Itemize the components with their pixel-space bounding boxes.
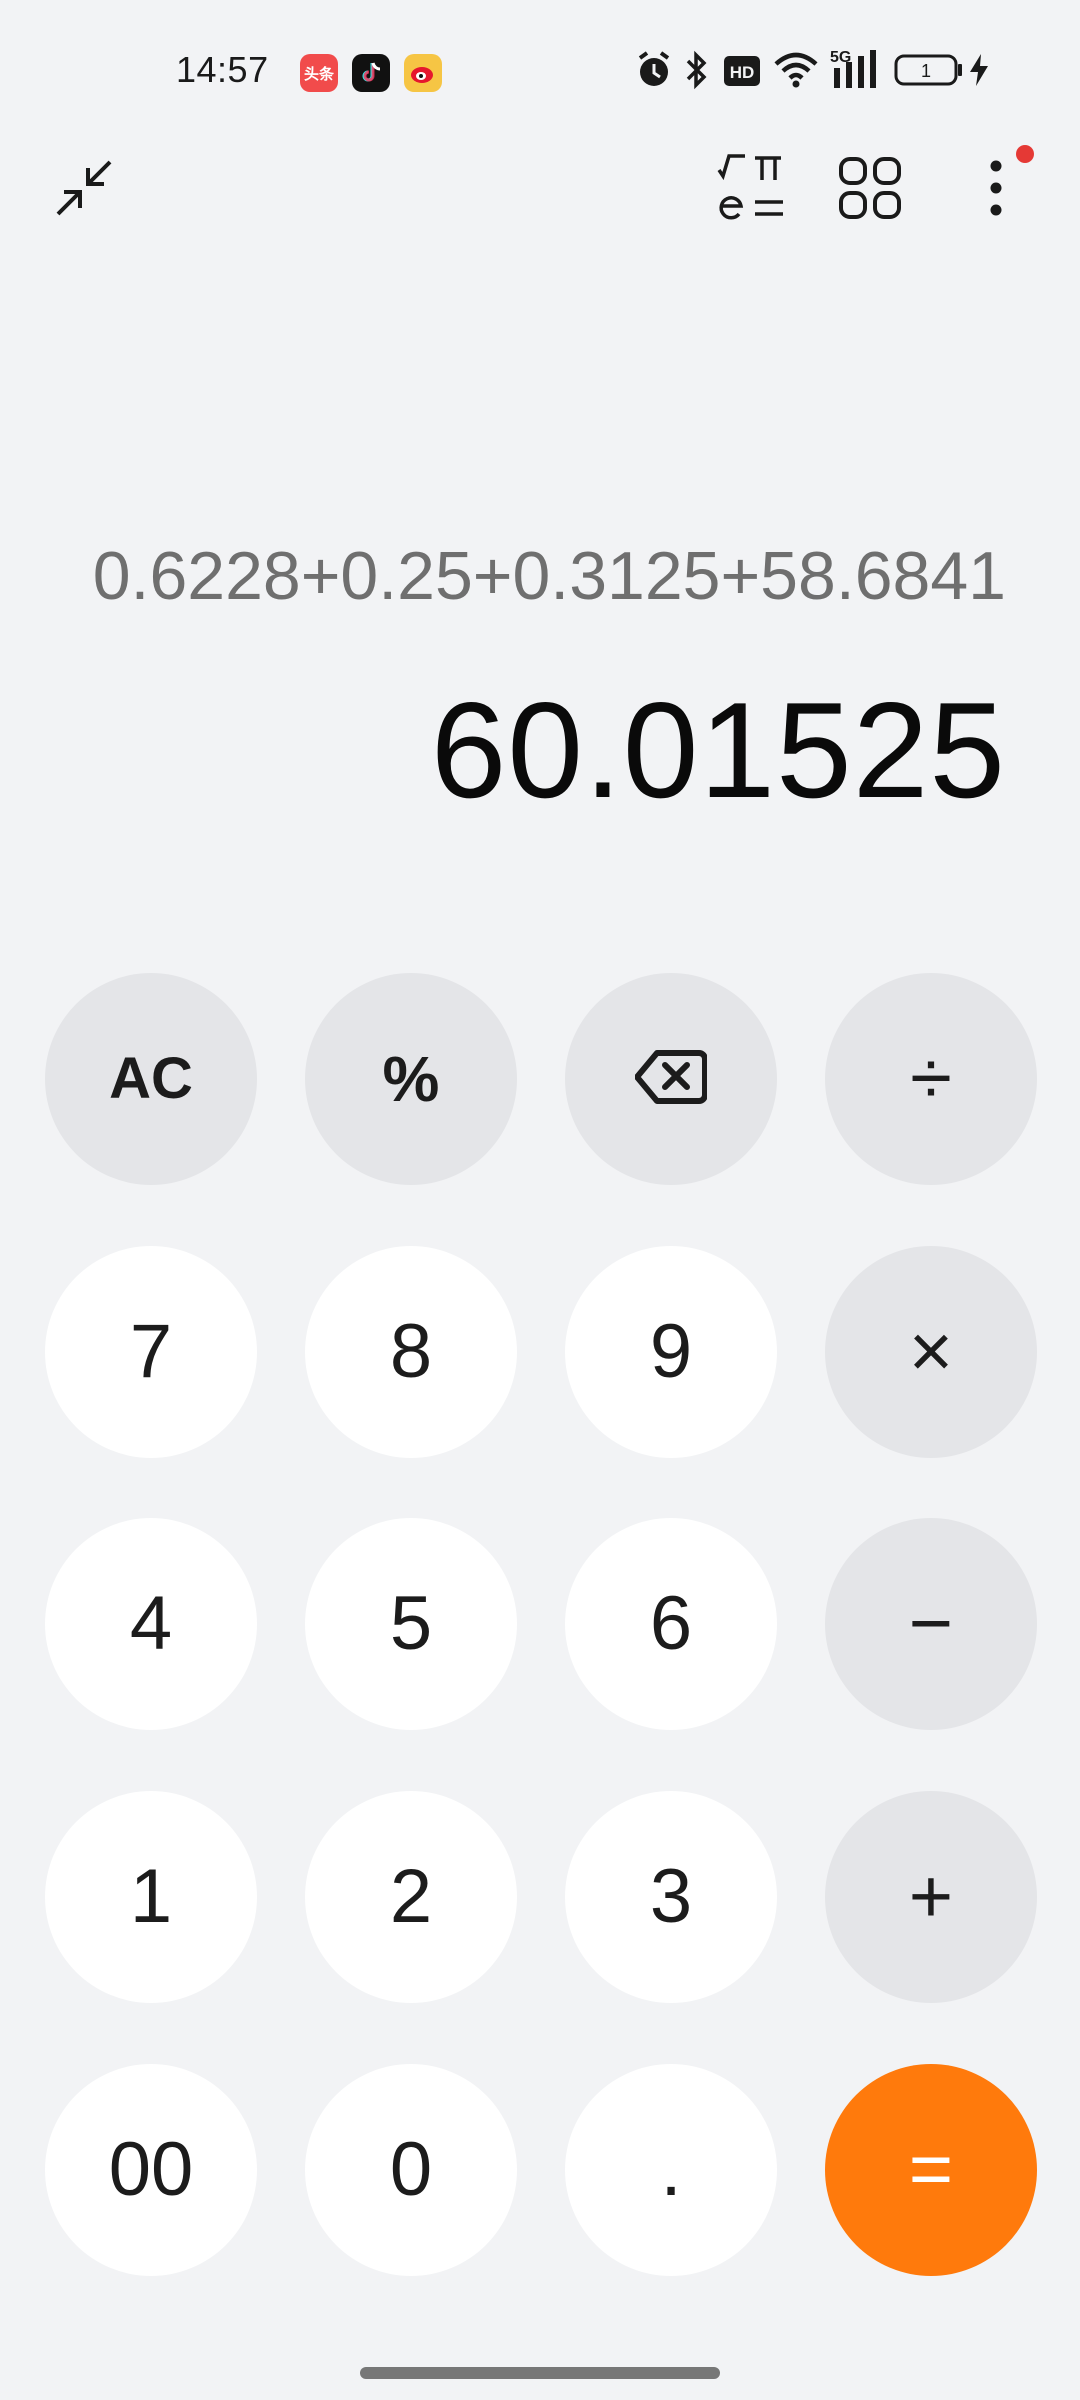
backspace-icon xyxy=(634,1036,708,1123)
percent-label: % xyxy=(382,1043,440,1115)
hd-voice-icon: HD xyxy=(724,56,760,91)
digit-7-button[interactable]: 7 xyxy=(45,1246,257,1458)
apps-grid-button[interactable] xyxy=(830,150,910,230)
digit-5-button[interactable]: 5 xyxy=(305,1518,517,1730)
digit-5-label: 5 xyxy=(389,1581,433,1666)
weibo-app-icon xyxy=(404,54,442,92)
charging-icon xyxy=(968,54,990,91)
grid-icon xyxy=(838,156,902,225)
multiply-button[interactable]: × xyxy=(825,1246,1037,1458)
notification-dot xyxy=(1016,145,1034,163)
digit-4-label: 4 xyxy=(129,1581,173,1666)
percent-button[interactable]: % xyxy=(305,973,517,1185)
digit-6-button[interactable]: 6 xyxy=(565,1518,777,1730)
digit-2-label: 2 xyxy=(389,1854,433,1939)
double-zero-button[interactable]: 00 xyxy=(45,2064,257,2276)
decimal-point-button[interactable]: . xyxy=(565,2064,777,2276)
all-clear-button[interactable]: AC xyxy=(45,973,257,1185)
multiply-label: × xyxy=(908,1309,954,1394)
digit-4-button[interactable]: 4 xyxy=(45,1518,257,1730)
minus-label: − xyxy=(908,1581,954,1666)
digit-3-label: 3 xyxy=(649,1854,693,1939)
digit-2-button[interactable]: 2 xyxy=(305,1791,517,2003)
scientific-mode-icon xyxy=(715,152,787,229)
result-display: 60.01525 xyxy=(430,674,1006,826)
double-zero-label: 00 xyxy=(108,2127,194,2212)
svg-text:1: 1 xyxy=(921,61,931,81)
wifi-icon xyxy=(774,52,818,93)
toutiao-app-icon: 头条 xyxy=(300,54,338,92)
equals-label: = xyxy=(908,2127,954,2212)
more-vertical-icon xyxy=(986,156,1006,225)
divide-button[interactable]: ÷ xyxy=(825,973,1037,1185)
expression-display: 0.6228+0.25+0.3125+58.6841 xyxy=(48,528,1006,624)
douyin-app-icon xyxy=(352,54,390,92)
plus-label: + xyxy=(908,1854,954,1939)
digit-1-button[interactable]: 1 xyxy=(45,1791,257,2003)
plus-button[interactable]: + xyxy=(825,1791,1037,2003)
cellular-signal-icon: 5G xyxy=(830,46,882,95)
alarm-icon xyxy=(636,50,672,95)
digit-7-label: 7 xyxy=(129,1309,173,1394)
digit-1-label: 1 xyxy=(129,1854,173,1939)
digit-8-label: 8 xyxy=(389,1309,433,1394)
minus-button[interactable]: − xyxy=(825,1518,1037,1730)
battery-icon: 1 xyxy=(894,54,966,91)
digit-0-label: 0 xyxy=(389,2127,433,2212)
collapse-button[interactable] xyxy=(44,150,124,230)
status-bar: 14:57 头条 HD 5G 1 xyxy=(0,0,1080,142)
digit-9-button[interactable]: 9 xyxy=(565,1246,777,1458)
scientific-mode-button[interactable] xyxy=(706,150,796,230)
digit-3-button[interactable]: 3 xyxy=(565,1791,777,2003)
status-time: 14:57 xyxy=(176,49,269,90)
digit-8-button[interactable]: 8 xyxy=(305,1246,517,1458)
home-indicator[interactable] xyxy=(360,2367,720,2379)
bluetooth-icon xyxy=(684,50,710,95)
decimal-point-label: . xyxy=(660,2127,682,2212)
all-clear-label: AC xyxy=(109,1046,193,1111)
backspace-button[interactable] xyxy=(565,973,777,1185)
digit-9-label: 9 xyxy=(649,1309,693,1394)
digit-6-label: 6 xyxy=(649,1581,693,1666)
collapse-icon xyxy=(52,156,116,225)
digit-0-button[interactable]: 0 xyxy=(305,2064,517,2276)
svg-text:HD: HD xyxy=(730,63,755,82)
expression-text: 0.6228+0.25+0.3125+58.6841 xyxy=(92,538,1006,614)
divide-label: ÷ xyxy=(910,1036,952,1121)
equals-button[interactable]: = xyxy=(825,2064,1037,2276)
